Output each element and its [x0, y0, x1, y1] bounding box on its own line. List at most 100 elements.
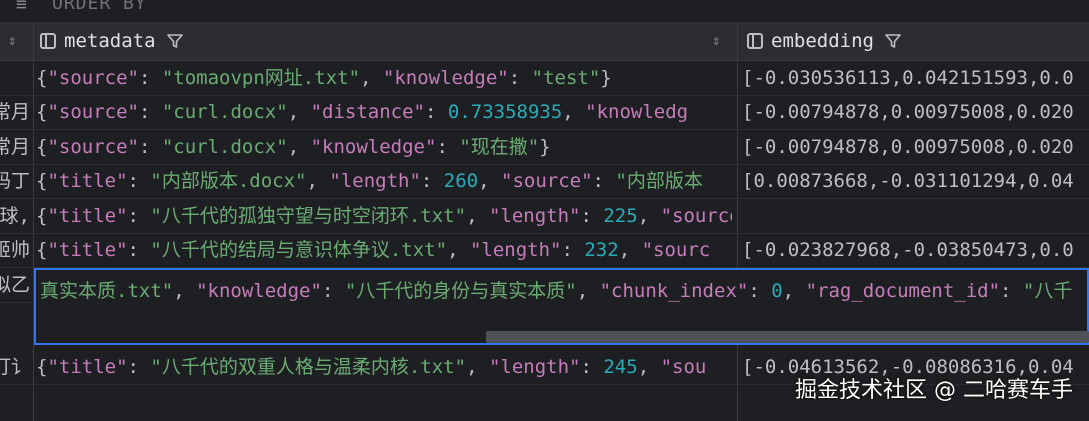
row-header[interactable]: 拟乙 [0, 268, 32, 302]
json-token: "distance" [310, 101, 425, 123]
json-token: , [782, 280, 806, 302]
json-token: 0 [771, 280, 783, 302]
filter-icon[interactable] [166, 32, 184, 50]
json-token: "八千代的孤独守望与时空闭环.txt" [150, 205, 467, 227]
json-token: "title" [47, 356, 128, 378]
row-header[interactable]: 常月 [0, 95, 32, 129]
json-token: "title" [47, 205, 128, 227]
row-header-text: 码丁 [0, 170, 30, 192]
metadata-cell[interactable]: {"title": "内部版本.docx", "length": 260, "s… [36, 164, 732, 198]
json-token: 真实本质.txt" [40, 280, 174, 302]
json-token: } [539, 136, 551, 158]
table-row[interactable]: 码丁 {"title": "内部版本.docx", "length": 260, … [0, 164, 1089, 198]
watermark: 掘金技术社区 @ 二哈赛车手 [795, 378, 1073, 403]
column-name: metadata [64, 30, 156, 52]
json-token: , [637, 356, 661, 378]
json-token: , [287, 101, 311, 123]
json-token: , [576, 280, 600, 302]
table-row[interactable]: 球, {"title": "八千代的孤独守望与时空闭环.txt", "length… [0, 199, 1089, 233]
embedding-cell[interactable]: [0.00873668,-0.031101294,0.04 [742, 164, 1089, 198]
json-token: } [600, 67, 612, 89]
editor-horizontal-scrollbar[interactable] [486, 331, 1089, 343]
order-by-label[interactable]: ORDER BY [52, 0, 147, 14]
json-token: : [138, 101, 162, 123]
json-token: : [138, 67, 162, 89]
row-header[interactable]: 码丁 [0, 164, 32, 198]
json-token: : [1000, 280, 1023, 302]
json-token: : [127, 239, 151, 261]
editor-text[interactable]: 真实本质.txt", "knowledge": "八千代的身份与真实本质", "… [40, 276, 1072, 306]
json-token: "source" [47, 101, 139, 123]
metadata-cell[interactable]: {"title": "八千代的孤独守望与时空闭环.txt", "length":… [36, 199, 732, 233]
metadata-sort-icon[interactable]: ⇕ [712, 22, 732, 60]
json-token: { [36, 239, 48, 261]
json-token: "tomaovpn网址.txt" [161, 67, 361, 89]
json-token: { [36, 356, 48, 378]
json-token: "rag_document_id" [805, 280, 1001, 302]
json-token: , [173, 280, 197, 302]
table-row[interactable]: 常月 {"source": "curl.docx", "distance": 0.… [0, 95, 1089, 129]
filter-icon[interactable] [884, 32, 902, 50]
metadata-cell[interactable]: {"source": "curl.docx", "distance": 0.73… [36, 95, 732, 129]
row-header[interactable]: 姬帅 [0, 233, 32, 267]
json-token: "八千代的身份与真实本质" [344, 280, 577, 302]
json-token: : [580, 205, 604, 227]
order-by-bar: ≡ ORDER BY [0, 0, 1089, 22]
table-row[interactable]: 姬帅 {"title": "八千代的结局与意识体争议.txt", "length"… [0, 233, 1089, 267]
json-token: : [127, 170, 151, 192]
metadata-cell[interactable]: {"title": "八千代的双重人格与温柔内核.txt", "length":… [36, 350, 732, 384]
embedding-cell[interactable]: [-0.030536113,0.042151593,0.0 [742, 61, 1089, 95]
json-token: "内部版本.docx" [150, 170, 307, 192]
embedding-cell[interactable] [742, 199, 1089, 233]
json-token: , [637, 205, 661, 227]
row-header[interactable]: 球, [0, 199, 32, 233]
metadata-cell[interactable]: {"source": "tomaovpn网址.txt", "knowledge"… [36, 61, 732, 95]
metadata-cell[interactable]: {"source": "curl.docx", "knowledge": "现在… [36, 130, 732, 164]
row-header[interactable]: 打讠 [0, 350, 32, 384]
json-token: "source" [47, 136, 139, 158]
row-header[interactable] [0, 61, 32, 95]
embedding-cell[interactable]: [-0.00794878,0.00975008,0.020 [742, 130, 1089, 164]
embedding-cell[interactable]: [-0.00794878,0.00975008,0.020 [742, 95, 1089, 129]
json-token: "length" [329, 170, 421, 192]
order-by-icon[interactable]: ≡ [16, 0, 27, 15]
json-token: { [36, 67, 48, 89]
embedding-cell[interactable]: [-0.023827968,-0.03850473,0.0 [742, 233, 1089, 267]
json-token: : [321, 280, 345, 302]
column-header-embedding[interactable]: embedding [747, 22, 1087, 60]
json-token: "title" [47, 170, 128, 192]
json-token: "现在撒" [459, 136, 540, 158]
json-token: , [618, 239, 642, 261]
json-token: { [36, 136, 48, 158]
json-token: "curl.docx" [161, 101, 288, 123]
json-token: "knowledge" [382, 67, 509, 89]
json-token: : [127, 356, 151, 378]
json-token: 245 [603, 356, 638, 378]
json-token: "chunk_index" [599, 280, 749, 302]
table-row[interactable]: {"source": "tomaovpn网址.txt", "knowledge"… [0, 61, 1089, 95]
row-header-text: 打讠 [0, 356, 30, 378]
json-token: 232 [584, 239, 619, 261]
json-token: "八千 [1022, 280, 1073, 302]
json-token: , [306, 170, 330, 192]
json-token: "source" [47, 67, 139, 89]
json-token: , [466, 356, 489, 378]
json-token: , [466, 205, 489, 227]
column-header-metadata[interactable]: metadata [40, 22, 720, 60]
metadata-cell[interactable]: {"title": "八千代的结局与意识体争议.txt", "length": … [36, 233, 732, 267]
json-token: : [127, 205, 151, 227]
column-icon [40, 33, 56, 49]
json-token: "八千代的双重人格与温柔内核.txt" [150, 356, 467, 378]
json-token: : [436, 136, 460, 158]
table-row[interactable]: 常月 {"source": "curl.docx", "knowledge": "… [0, 130, 1089, 164]
table-header: ⇕ metadata ⇕ embedding [0, 22, 1089, 61]
column-icon [747, 33, 763, 49]
json-token: 0.73358935 [447, 101, 563, 123]
json-token: "sou [660, 356, 707, 378]
row-number-sort-icon[interactable]: ⇕ [8, 22, 32, 60]
json-token: : [592, 170, 616, 192]
row-header-text: 拟乙 [0, 274, 30, 296]
json-token: : [424, 101, 448, 123]
row-header[interactable]: 常月 [0, 130, 32, 164]
json-token: : [580, 356, 604, 378]
